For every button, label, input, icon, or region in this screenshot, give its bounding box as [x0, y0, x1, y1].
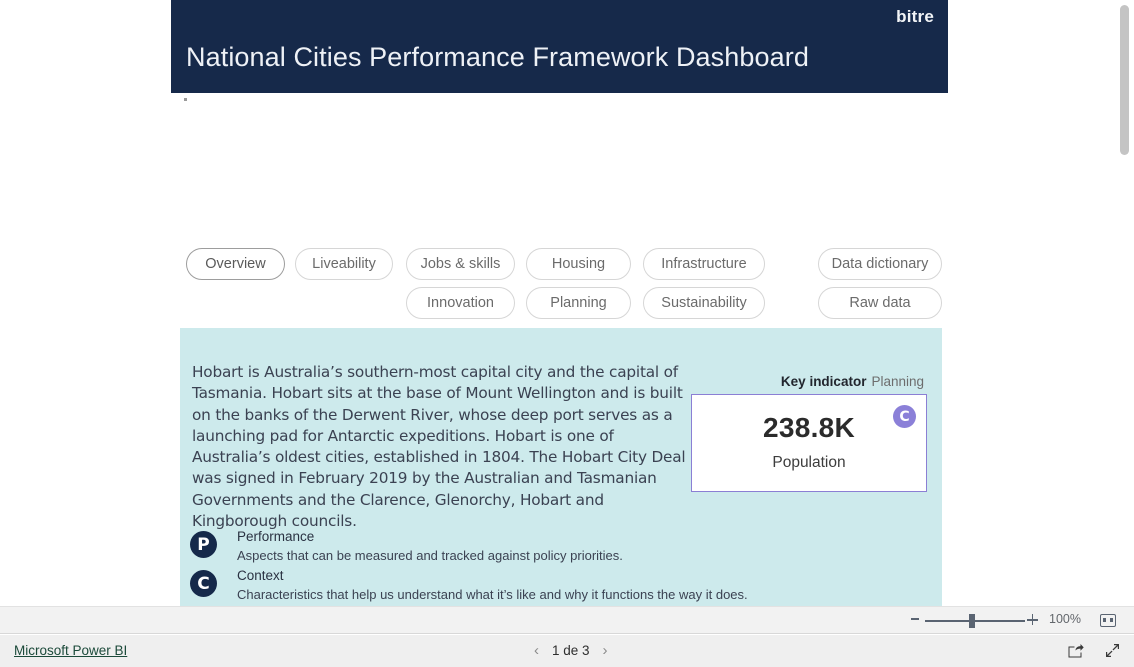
report-canvas: bitre National Cities Performance Framew…: [0, 0, 1134, 606]
zoom-in-icon[interactable]: [1027, 614, 1038, 625]
performance-badge-icon: P: [190, 531, 217, 558]
context-badge-legend-icon: C: [190, 570, 217, 597]
legend: P Performance Aspects that can be measur…: [190, 529, 930, 606]
legend-title-performance: Performance: [237, 529, 315, 544]
nav-pill-housing-label: Housing: [551, 256, 606, 272]
key-indicator-label-category: Planning: [871, 374, 924, 389]
bitre-logo: bitre: [896, 7, 934, 26]
zoom-percent-label: 100%: [1049, 612, 1081, 626]
nav-pill-infrastructure-label: Infrastructure: [661, 256, 747, 272]
legend-desc-performance: Aspects that can be measured and tracked…: [237, 548, 623, 563]
nav-pill-raw-data-label: Raw data: [849, 295, 911, 311]
context-badge-icon: C: [893, 405, 916, 428]
power-bi-report-viewer: bitre National Cities Performance Framew…: [0, 0, 1134, 667]
vertical-scrollbar-thumb[interactable]: [1120, 5, 1129, 155]
city-description: Hobart is Australia’s southern-most capi…: [192, 363, 686, 531]
nav-pill-liveability[interactable]: Liveability: [295, 248, 393, 280]
key-indicator-value: 238.8K: [762, 412, 856, 443]
nav-pill-jobs-skills[interactable]: Jobs & skills: [406, 248, 515, 280]
zoom-out-icon[interactable]: [911, 618, 919, 620]
decorative-dot: [184, 98, 187, 101]
nav-pill-housing[interactable]: Housing: [526, 248, 631, 280]
nav-pill-jobs-skills-label: Jobs & skills: [420, 256, 501, 272]
nav-pill-overview-label: Overview: [205, 256, 266, 272]
page-indicator: 1 de 3: [552, 643, 590, 658]
nav-pill-planning[interactable]: Planning: [526, 287, 631, 319]
vertical-scrollbar[interactable]: [1118, 0, 1130, 606]
key-indicator-card[interactable]: 238.8K Population C: [691, 394, 927, 492]
report-header-banner: bitre National Cities Performance Framew…: [171, 0, 948, 93]
status-bar: Microsoft Power BI ‹ 1 de 3 ›: [0, 635, 1134, 667]
nav-pill-innovation[interactable]: Innovation: [406, 287, 515, 319]
nav-pill-raw-data[interactable]: Raw data: [818, 287, 942, 319]
next-page-icon[interactable]: ›: [603, 641, 608, 660]
overview-panel: Hobart is Australia’s southern-most capi…: [180, 328, 942, 606]
page-navigator: ‹ 1 de 3 ›: [534, 641, 608, 660]
zoom-toolbar: 100%: [0, 606, 1134, 634]
nav-pill-planning-label: Planning: [550, 295, 607, 311]
nav-pill-data-dictionary-label: Data dictionary: [831, 256, 929, 272]
nav-pill-sustainability[interactable]: Sustainability: [643, 287, 765, 319]
key-indicator-label-bold: Key indicator: [780, 374, 867, 389]
legend-item-performance: P Performance Aspects that can be measur…: [190, 529, 930, 568]
nav-pill-data-dictionary[interactable]: Data dictionary: [818, 248, 942, 280]
legend-item-context: C Context Characteristics that help us u…: [190, 568, 930, 606]
page-title: National Cities Performance Framework Da…: [186, 42, 809, 72]
zoom-slider-track[interactable]: [925, 620, 1025, 622]
nav-row-secondary: Innovation Planning Sustainability Raw d…: [186, 287, 946, 319]
previous-page-icon[interactable]: ‹: [534, 641, 539, 660]
legend-title-context: Context: [237, 568, 284, 583]
nav-pill-infrastructure[interactable]: Infrastructure: [643, 248, 765, 280]
nav-pill-innovation-label: Innovation: [427, 295, 494, 311]
nav-pill-overview[interactable]: Overview: [186, 248, 285, 280]
fullscreen-icon[interactable]: [1104, 642, 1121, 659]
share-icon[interactable]: [1067, 642, 1084, 659]
microsoft-power-bi-link[interactable]: Microsoft Power BI: [14, 643, 127, 658]
status-bar-actions: [1067, 642, 1121, 659]
fit-to-page-icon[interactable]: [1100, 614, 1116, 627]
zoom-slider-thumb[interactable]: [969, 614, 975, 628]
legend-desc-context: Characteristics that help us understand …: [237, 587, 748, 602]
key-indicator-name: Population: [772, 454, 846, 471]
key-indicator-label: Key indicator Planning: [781, 374, 924, 389]
nav-row-primary: Overview Liveability Jobs & skills Housi…: [186, 248, 946, 280]
nav-pill-liveability-label: Liveability: [312, 256, 376, 272]
nav-pill-sustainability-label: Sustainability: [661, 295, 747, 311]
